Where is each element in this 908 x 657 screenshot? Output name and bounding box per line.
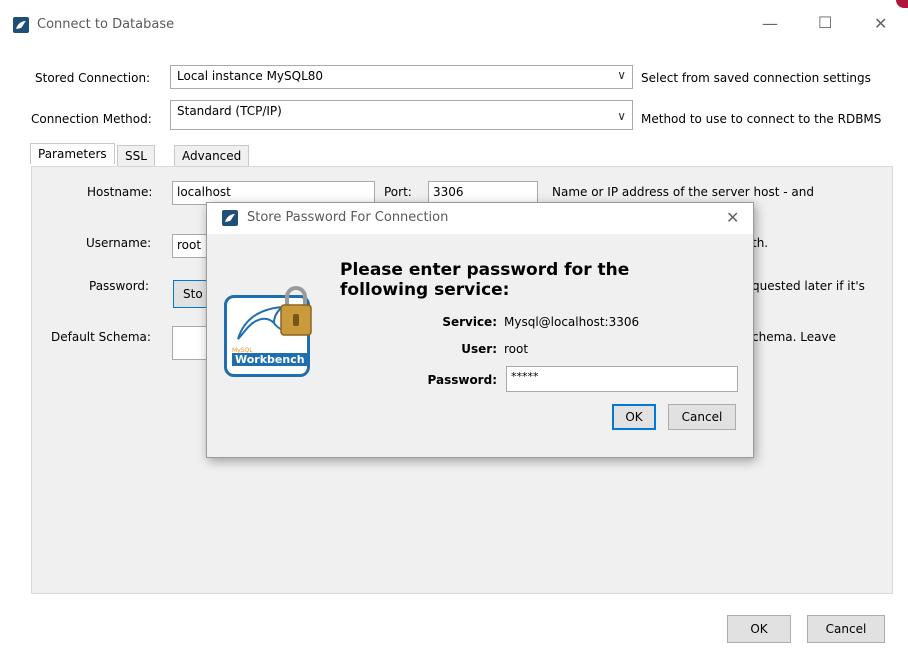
logo-text: Workbench (232, 353, 308, 366)
service-value: Mysql@localhost:3306 (504, 315, 640, 329)
password-label: Password: (89, 279, 150, 293)
store-password-dialog: Store Password For Connection ✕ MySQL Wo… (206, 202, 754, 458)
user-value: root (504, 342, 529, 356)
hostname-label: Hostname: (87, 185, 153, 199)
dialog-cancel-button[interactable]: Cancel (668, 404, 736, 430)
brand-mark (896, 0, 908, 8)
default-schema-label: Default Schema: (51, 330, 151, 344)
tab-ssl[interactable]: SSL (117, 145, 155, 166)
stored-connection-value: Local instance MySQL80 (177, 69, 324, 83)
password-hint: quested later if it's (752, 279, 865, 293)
connection-method-hint: Method to use to connect to the RDBMS (641, 112, 882, 126)
chevron-down-icon: ∨ (617, 109, 626, 123)
password-field-label: Password: (427, 373, 498, 387)
store-button-label: Sto (183, 287, 203, 301)
password-input[interactable]: ***** (506, 366, 738, 392)
lock-icon (280, 286, 312, 336)
stored-connection-hint: Select from saved connection settings (641, 71, 871, 85)
dialog-ok-label: OK (625, 410, 643, 424)
dialog-close-icon[interactable]: ✕ (726, 208, 739, 227)
app-icon (13, 17, 29, 33)
connection-method-label: Connection Method: (31, 112, 152, 126)
workbench-logo: MySQL Workbench (224, 286, 314, 379)
tab-parameters[interactable]: Parameters (30, 143, 115, 164)
dialog-heading-line2: following service: (340, 280, 510, 300)
port-label: Port: (384, 185, 412, 199)
ok-button[interactable]: OK (727, 615, 791, 643)
dialog-title: Store Password For Connection (247, 210, 449, 225)
cancel-button-label: Cancel (825, 622, 867, 636)
username-hint: th. (752, 236, 769, 250)
window-title: Connect to Database (37, 17, 175, 32)
stored-connection-select[interactable]: Local instance MySQL80 ∨ (170, 65, 633, 89)
username-label: Username: (86, 236, 152, 250)
connection-method-value: Standard (TCP/IP) (177, 104, 282, 118)
user-label: User: (461, 342, 497, 356)
cancel-button[interactable]: Cancel (807, 615, 885, 643)
connection-method-select[interactable]: Standard (TCP/IP) ∨ (170, 100, 633, 130)
stored-connection-label: Stored Connection: (35, 71, 151, 85)
hostname-hint: Name or IP address of the server host - … (552, 185, 814, 199)
minimize-button[interactable]: — (762, 14, 778, 33)
dialog-app-icon (222, 210, 238, 226)
tab-advanced[interactable]: Advanced (174, 145, 250, 166)
dialog-ok-button[interactable]: OK (612, 404, 656, 430)
service-label: Service: (442, 315, 497, 329)
default-schema-hint: chema. Leave (752, 330, 836, 344)
close-button[interactable]: ✕ (874, 14, 887, 33)
maximize-button[interactable]: ☐ (818, 13, 832, 32)
chevron-down-icon: ∨ (617, 68, 626, 82)
dialog-heading-line1: Please enter password for the (340, 260, 630, 280)
ok-button-label: OK (750, 622, 768, 636)
dialog-cancel-label: Cancel (681, 410, 723, 424)
